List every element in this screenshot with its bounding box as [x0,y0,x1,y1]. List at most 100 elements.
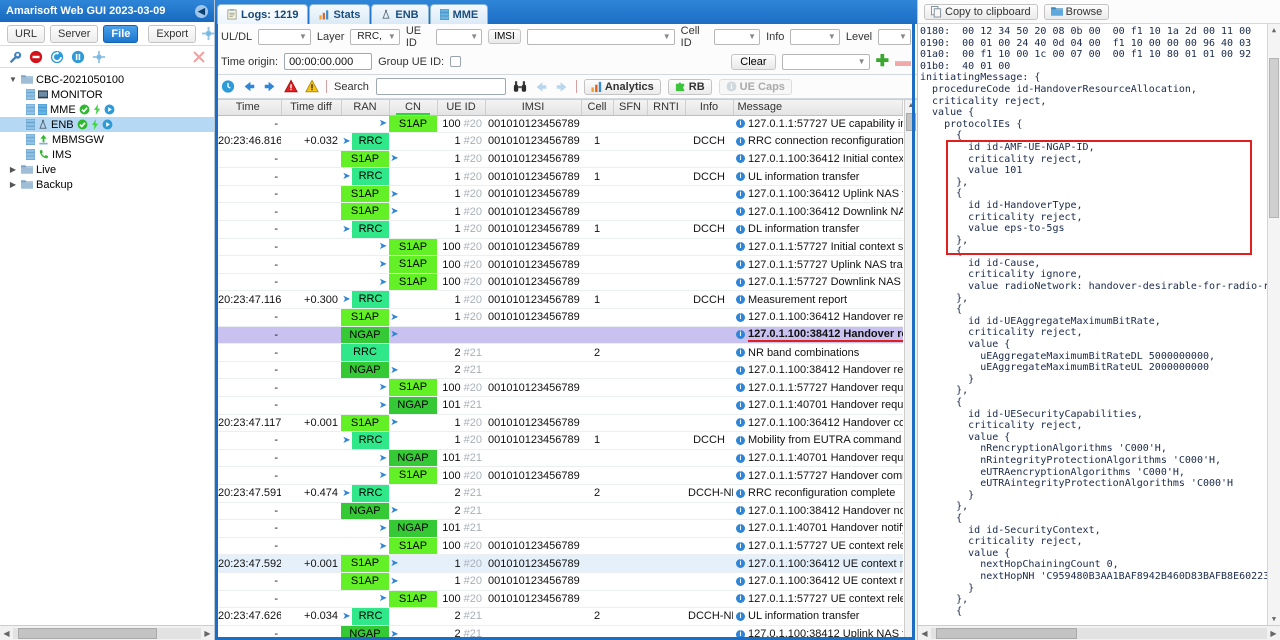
tree-expander[interactable]: ▼ [8,75,18,84]
minus-icon[interactable]: ▬ [895,53,911,69]
table-row[interactable]: 20:23:47.117 +0.001 S1AP ➤ 1 #20 001010123456… [215,414,903,433]
copy-to-clipboard-button[interactable]: Copy to clipboard [924,3,1038,20]
preset-select[interactable]: ▼ [781,53,870,70]
table-row[interactable]: - ➤ S1AP 100 #20 001010123456789 i 127.0.1.1:5… [215,255,903,274]
file-button[interactable]: File [103,24,139,43]
layer-select[interactable]: RRC, ▼ [350,28,400,45]
table-row[interactable]: - S1AP ➤ 1 #20 001010123456789 i 127.0.1.100:3… [215,202,903,222]
table-row[interactable]: - ➤ NGAP 101 #21 i 127.0.1.1:40701 Handover r… [215,396,903,415]
close-icon[interactable] [192,50,206,64]
plug-icon[interactable] [92,50,106,64]
cellid-select[interactable]: ▼ [714,28,761,45]
detail-hscrollbar[interactable]: ◀ ▶ [918,625,1280,640]
col-imsi[interactable]: IMSI [485,100,582,116]
scroll-right-icon[interactable]: ▶ [201,629,214,638]
find-prev-icon[interactable] [534,80,548,94]
message-detail-view[interactable]: 0180: 00 12 34 50 20 08 0b 00 00 f1 10 1… [918,24,1280,625]
table-row[interactable]: - S1AP ➤ 1 #20 001010123456789 i 127.0.1.100:3… [215,150,903,169]
table-row[interactable]: - NGAP ➤ 2 #21 i 127.0.1.100:38412 Handover n… [215,502,903,521]
server-button[interactable]: Server [50,24,99,43]
group-ueid-checkbox[interactable] [450,56,462,67]
table-row[interactable]: - NGAP➤ i127.0.1.100:38412 Handover reques… [215,326,903,345]
col-ueid[interactable]: UE ID [437,100,486,116]
clock-icon[interactable] [221,80,235,94]
level-select[interactable]: ▼ [878,28,911,45]
stop-icon[interactable] [29,50,43,64]
refresh-icon[interactable] [50,50,64,64]
table-row[interactable]: - ➤ S1AP 100 #20 001010123456789 i 127.0.1.1:5… [215,537,903,556]
table-row[interactable]: - ➤ S1AP 100 #20 001010123456789 i 127.0.1.1:5… [215,273,903,292]
wrench-icon[interactable] [8,50,22,64]
tab-enb[interactable]: ENB [371,4,429,24]
col-rnti[interactable]: RNTI [647,100,686,116]
scroll-down-icon[interactable]: ▼ [1268,613,1280,625]
col-time[interactable]: Time [215,100,282,116]
table-row[interactable]: 20:23:46.816 +0.032 ➤ RRC 1 #20 0010101234567… [215,132,903,151]
table-row[interactable]: - S1AP ➤ 1 #20 001010123456789 i 127.0.1.100:3… [215,308,903,327]
tree-item-ims[interactable]: IMS [0,147,214,162]
col-ran[interactable]: RAN [341,100,390,116]
info-select[interactable]: ▼ [790,28,840,45]
imsi-button[interactable]: IMSI [488,29,521,44]
col-info[interactable]: Info [685,100,734,116]
log-vscrollbar[interactable]: ▲ [904,100,917,640]
scroll-thumb[interactable] [18,627,158,639]
table-row[interactable]: - ➤ NGAP 101 #21 i 127.0.1.1:40701 Handover r… [215,449,903,468]
scroll-left-icon[interactable]: ◀ [918,629,931,638]
ueid-select[interactable]: ▼ [436,28,483,45]
tree-item-mbmsgw[interactable]: MBMSGW [0,132,214,147]
tree-item-mme[interactable]: MME [0,102,214,117]
tab-stats[interactable]: Stats [309,4,371,24]
table-row[interactable]: 20:23:47.626+0.034➤RRC 2 #21 2 DCCH-NRiUL i… [215,607,903,626]
tab-mme[interactable]: MME [429,4,489,24]
browse-button[interactable]: Browse [1043,3,1110,20]
col-sfn[interactable]: SFN [613,100,648,116]
pause-icon[interactable] [71,50,85,64]
search-input[interactable] [375,78,506,95]
col-cell[interactable]: Cell [581,100,614,116]
tab-logs[interactable]: Logs: 1219 [217,4,309,24]
scroll-track[interactable] [931,627,1267,639]
binoculars-icon[interactable] [513,80,527,94]
col-timediff[interactable]: Time diff [281,100,342,116]
tree-item-cbc[interactable]: ▼ CBC-2021050100 [0,72,214,87]
warning-icon[interactable] [305,79,319,94]
table-row[interactable]: 20:23:47.592 +0.001 S1AP ➤ 1 #20 001010123456… [215,554,903,573]
time-origin-input[interactable]: 00:00:00.000 [284,53,373,70]
uldl-select[interactable]: ▼ [258,28,311,45]
col-cn[interactable]: CN [389,100,438,116]
plug-icon[interactable] [201,26,216,42]
table-row[interactable]: - S1AP ➤ 1 #20 001010123456789 i 127.0.1.100:3… [215,185,903,204]
rb-button[interactable]: RB [667,78,712,95]
analytics-button[interactable]: Analytics [583,78,661,95]
tree-item-monitor[interactable]: MONITOR [0,87,214,102]
imsi-select[interactable]: ▼ [526,28,675,45]
scroll-up-icon[interactable]: ▲ [905,100,917,112]
table-row[interactable]: - ➤ S1AP 100 #20 001010123456789 i 127.0.1.1:5… [215,466,903,485]
table-row[interactable]: 20:23:47.116 +0.300 ➤ RRC 1 #20 0010101234567… [215,290,903,310]
tree-expander[interactable]: ▶ [8,180,18,189]
scroll-thumb[interactable] [936,627,1078,639]
scroll-left-icon[interactable]: ◀ [0,629,13,638]
table-row[interactable]: - S1AP ➤ 1 #20 001010123456789 i 127.0.1.100:3… [215,572,903,591]
scroll-up-icon[interactable]: ▲ [1268,24,1280,36]
table-row[interactable]: - ➤ RRC 1 #20 001010123456789 1 DCCH i DL inform… [215,220,903,239]
table-row[interactable]: - ➤ S1AP 100 #20 001010123456789 i 127.0.1.1:5… [215,238,903,257]
export-button[interactable]: Export [148,24,197,43]
chevron-left-icon[interactable]: ◀ [195,4,208,18]
table-row[interactable]: - RRC 2 #21 2 i NR band combinations [215,343,903,362]
tree-item-enb[interactable]: ENB [0,117,214,132]
detail-vscrollbar[interactable]: ▲ ▼ [1267,24,1280,625]
clear-button[interactable]: Clear [731,53,776,70]
table-row[interactable]: - ➤ S1AP 100 #20 001010123456789 i 127.0.1.1:5… [215,590,903,609]
table-row[interactable]: - ➤ S1AP 100 #20 001010123456789 i 127.0.1.1:5… [215,115,903,134]
col-message[interactable]: Message [733,100,903,116]
scroll-thumb[interactable] [1269,58,1279,218]
table-row[interactable]: - NGAP ➤ 2 #21 i 127.0.1.100:38412 Handover r… [215,361,903,380]
tree-expander[interactable]: ▶ [8,165,18,174]
url-button[interactable]: URL [7,24,46,43]
plus-icon[interactable]: ✚ [876,53,889,69]
table-row[interactable]: 20:23:47.591+0.474➤RRC 2 #21 2 DCCH-NRiRRC … [215,484,903,503]
scroll-right-icon[interactable]: ▶ [1267,629,1280,638]
ue-caps-button[interactable]: UE Caps [718,78,792,95]
